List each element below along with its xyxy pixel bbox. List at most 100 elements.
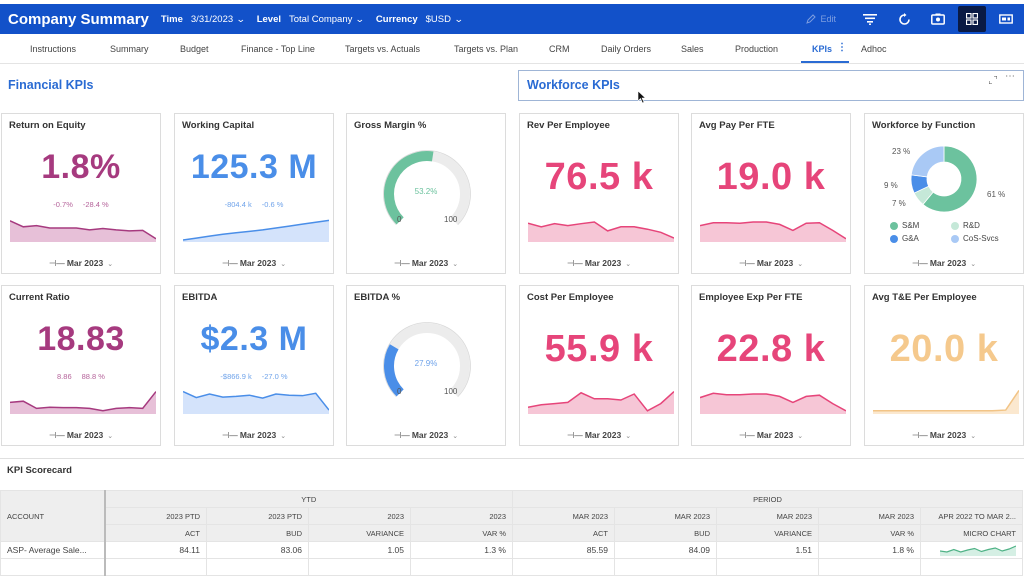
value-cell xyxy=(818,558,921,576)
column-group-ytd: YTD xyxy=(104,490,513,508)
value-cell: 83.06 xyxy=(206,541,309,559)
level-filter-value[interactable]: Total Company xyxy=(289,14,352,25)
tab-instructions[interactable]: Instructions xyxy=(30,44,76,54)
pie-label-cos-svcs: 23 % xyxy=(892,147,911,156)
kpi-scorecard: KPI Scorecard ACCOUNT YTD PERIOD 2023 PT… xyxy=(0,458,1024,576)
sparkline xyxy=(873,389,1019,414)
expand-icon[interactable] xyxy=(989,76,997,84)
column-header[interactable]: MAR 2023 xyxy=(716,507,819,525)
currency-filter-value[interactable]: $USD xyxy=(426,14,451,25)
kpi-card-return-on-equity[interactable]: Return on Equity 1.8% -0.7% -28.4 % ⊣— Mar… xyxy=(1,113,161,274)
column-header[interactable]: 2023 xyxy=(410,507,513,525)
chevron-down-icon: ⌄ xyxy=(280,261,287,268)
present-button[interactable] xyxy=(992,6,1020,32)
column-header[interactable]: MAR 2023 xyxy=(512,507,615,525)
kpi-value: 1.8% xyxy=(41,148,121,186)
card-title: Employee Exp Per FTE xyxy=(699,292,803,303)
column-subheader: VAR % xyxy=(410,524,513,542)
pin-icon: ⊣— xyxy=(738,430,755,440)
tab-sales[interactable]: Sales xyxy=(681,44,704,54)
period-selector[interactable]: ⊣— Mar 2023 ⌄ xyxy=(865,430,1023,441)
chevron-down-icon: ⌄ xyxy=(797,261,804,268)
snapshot-button[interactable] xyxy=(924,6,952,32)
time-filter-label: Time xyxy=(160,13,183,25)
period-selector[interactable]: ⊣— Mar 2023 ⌄ xyxy=(865,258,1023,269)
kpi-deltas: -804.4 k -0.6 % xyxy=(175,200,333,209)
kpi-value: 22.8 k xyxy=(716,328,826,370)
tab-budget[interactable]: Budget xyxy=(180,44,209,54)
column-header[interactable]: 2023 xyxy=(308,507,411,525)
period-selector[interactable]: ⊣— Mar 2023 ⌄ xyxy=(347,430,505,441)
kpi-card-ebitda[interactable]: EBITDA $2.3 M -$866.9 k -27.0 % ⊣— Mar 202… xyxy=(174,285,334,446)
kpi-card-cost-per-employee[interactable]: Cost Per Employee 55.9 k ⊣— Mar 2023 ⌄ xyxy=(519,285,679,446)
sparkline-area xyxy=(10,391,156,414)
column-header-account[interactable]: ACCOUNT xyxy=(0,490,106,542)
period-selector[interactable]: ⊣— Mar 2023 ⌄ xyxy=(692,430,850,441)
pin-icon: ⊣— xyxy=(911,430,928,440)
tab-finance-top-line[interactable]: Finance - Top Line xyxy=(241,44,315,54)
tab-daily-orders[interactable]: Daily Orders xyxy=(601,44,651,54)
tab-production[interactable]: Production xyxy=(735,44,778,54)
tab-targets-vs-actuals[interactable]: Targets vs. Actuals xyxy=(345,44,420,54)
column-subheader: ACT xyxy=(104,524,207,542)
pencil-icon xyxy=(806,14,817,24)
kpi-card-gross-margin[interactable]: Gross Margin % 53.2% 0 100 ⊣— Mar 2023 ⌄ xyxy=(346,113,506,274)
kpi-card-ebitda-pct[interactable]: EBITDA % 27.9% 0 100 ⊣— Mar 2023 ⌄ xyxy=(346,285,506,446)
sparkline xyxy=(528,221,674,242)
period-selector[interactable]: ⊣— Mar 2023 ⌄ xyxy=(520,430,678,441)
period-selector[interactable]: ⊣— Mar 2023 ⌄ xyxy=(2,258,160,269)
kpi-card-avg-te-per-employee[interactable]: Avg T&E Per Employee 20.0 k ⊣— Mar 2023 ⌄ xyxy=(864,285,1024,446)
legend-item-r-and-d[interactable]: R&D xyxy=(951,221,980,230)
tab-targets-vs-plan[interactable]: Targets vs. Plan xyxy=(454,44,518,54)
chevron-down-icon[interactable]: ⌄ xyxy=(454,14,464,25)
more-options-icon[interactable]: ⋯ xyxy=(1005,71,1015,82)
period-selector[interactable]: ⊣— Mar 2023 ⌄ xyxy=(692,258,850,269)
column-header[interactable]: MAR 2023 xyxy=(818,507,921,525)
period-selector[interactable]: ⊣— Mar 2023 ⌄ xyxy=(175,258,333,269)
period-selector[interactable]: ⊣— Mar 2023 ⌄ xyxy=(347,258,505,269)
period-selector[interactable]: ⊣— Mar 2023 ⌄ xyxy=(2,430,160,441)
kpi-card-working-capital[interactable]: Working Capital 125.3 M -804.4 k -0.6 % ⊣… xyxy=(174,113,334,274)
value-cell xyxy=(308,558,411,576)
column-header[interactable]: MAR 2023 xyxy=(614,507,717,525)
legend-item-s-and-m[interactable]: S&M xyxy=(890,221,919,230)
edit-button[interactable]: Edit xyxy=(806,14,836,24)
gauge-max: 100 xyxy=(444,215,458,224)
grid-view-button[interactable] xyxy=(958,6,986,32)
tab-summary[interactable]: Summary xyxy=(110,44,149,54)
filter-button[interactable] xyxy=(856,6,884,32)
column-header[interactable]: 2023 PTD xyxy=(206,507,309,525)
period-selector[interactable]: ⊣— Mar 2023 ⌄ xyxy=(520,258,678,269)
chevron-down-icon: ⌄ xyxy=(280,433,287,440)
value-cell: 85.59 xyxy=(512,541,615,559)
sparkline xyxy=(183,390,329,414)
sparkline xyxy=(700,392,846,414)
column-header[interactable]: 2023 PTD xyxy=(104,507,207,525)
value-cell xyxy=(104,558,207,576)
tab-crm[interactable]: CRM xyxy=(549,44,570,54)
column-header[interactable]: APR 2022 TO MAR 2... xyxy=(920,507,1023,525)
tab-kpis[interactable]: KPIs xyxy=(812,44,832,54)
table-row[interactable]: ASP- Average Sale... 84.11 83.06 1.05 1.… xyxy=(0,541,1023,559)
kpi-card-avg-pay-per-fte[interactable]: Avg Pay Per FTE 19.0 k ⊣— Mar 2023 ⌄ xyxy=(691,113,851,274)
workforce-kpis-header[interactable]: Workforce KPIs ⋯ xyxy=(518,70,1024,101)
chevron-down-icon[interactable]: ⌄ xyxy=(236,14,246,25)
currency-filter-label: Currency xyxy=(375,13,418,25)
sparkline xyxy=(183,219,329,242)
kpi-value: 76.5 k xyxy=(544,156,654,198)
kpi-card-workforce-by-function[interactable]: Workforce by Function 23 % 9 % 7 % 61 % … xyxy=(864,113,1024,274)
tab-adhoc[interactable]: Adhoc xyxy=(861,44,887,54)
kpi-card-employee-exp-per-fte[interactable]: Employee Exp Per FTE 22.8 k ⊣— Mar 2023 ⌄ xyxy=(691,285,851,446)
legend-item-g-and-a[interactable]: G&A xyxy=(890,234,919,243)
chevron-down-icon[interactable]: ⌄ xyxy=(355,14,365,25)
period-selector[interactable]: ⊣— Mar 2023 ⌄ xyxy=(175,430,333,441)
gauge-fill xyxy=(384,344,404,397)
refresh-button[interactable] xyxy=(890,6,918,32)
table-row[interactable] xyxy=(0,558,1023,576)
period-label: Mar 2023 xyxy=(239,430,277,440)
legend-item-cos-svcs[interactable]: CoS-Svcs xyxy=(951,234,999,243)
kpi-card-current-ratio[interactable]: Current Ratio 18.83 8.86 88.8 % ⊣— Mar 202… xyxy=(1,285,161,446)
more-vertical-icon[interactable]: ⋮ xyxy=(837,42,847,53)
time-filter-value[interactable]: 3/31/2023 xyxy=(191,14,233,25)
kpi-card-rev-per-employee[interactable]: Rev Per Employee 76.5 k ⊣— Mar 2023 ⌄ xyxy=(519,113,679,274)
